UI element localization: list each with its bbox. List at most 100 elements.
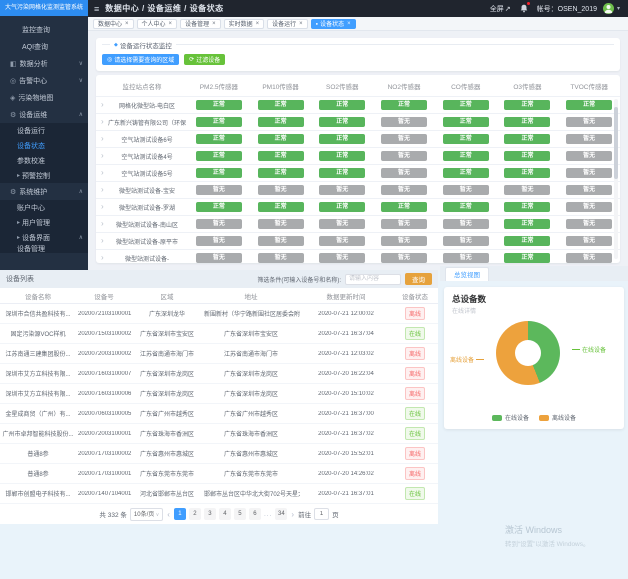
device-cell: 2020071703100001 <box>76 471 132 477</box>
device-cell: 2020-07-21 16:37:00 <box>300 411 392 417</box>
sidebar-item[interactable]: 监控查询 <box>0 21 88 38</box>
next-page-button[interactable]: › <box>290 510 295 519</box>
expand-row-icon[interactable]: › <box>101 152 104 161</box>
hamburger-icon[interactable]: ≡ <box>94 4 99 14</box>
expand-row-icon[interactable]: › <box>101 169 104 178</box>
sidebar-item[interactable]: ◧数据分析∨ <box>0 55 88 72</box>
gear-icon: ⚙ <box>10 188 16 196</box>
sensor-status-badge: 正常 <box>258 168 304 178</box>
page-size-select[interactable]: 10条/页 ∨ <box>130 508 163 521</box>
chart-subtitle: 在线详情 <box>444 305 624 315</box>
tab-item[interactable]: 实时数据× <box>224 19 265 29</box>
tab-item[interactable]: 设备运行× <box>267 19 308 29</box>
sensor-status-badge: 暂无 <box>566 202 612 212</box>
sensor-status-badge: 正常 <box>196 202 242 212</box>
column-header-sensor: SO2传感器 <box>311 81 373 91</box>
expand-row-icon[interactable]: › <box>101 101 104 110</box>
expand-row-icon[interactable]: › <box>101 118 104 127</box>
sidebar-item-label: 告警中心 <box>19 76 47 86</box>
sidebar-item[interactable]: ⚙系统维护∧ <box>0 183 88 200</box>
page-button[interactable]: 1 <box>174 508 186 520</box>
sidebar-item-label: 设备界面 <box>22 233 50 243</box>
tab-item[interactable]: 设备管理× <box>180 19 221 29</box>
sidebar-item[interactable]: 账户中心 <box>0 200 88 215</box>
station-name-cell: ›网格化微型站-电白区 <box>96 101 188 110</box>
device-status-badge: 在线 <box>405 487 425 500</box>
page-button[interactable]: 5 <box>234 508 246 520</box>
prev-page-button[interactable]: ‹ <box>166 510 171 519</box>
close-tab-icon[interactable]: × <box>169 21 173 27</box>
page-button[interactable]: 34 <box>275 508 287 520</box>
close-tab-icon[interactable]: × <box>125 21 129 27</box>
page-button[interactable]: 2 <box>189 508 201 520</box>
user-menu-caret-icon[interactable]: ▾ <box>617 5 620 12</box>
device-cell: 广东省深圳市龙岗区 <box>132 369 202 378</box>
legend-item[interactable]: 在线设备 <box>492 413 529 422</box>
sidebar-item[interactable]: AQI查询 <box>0 38 88 55</box>
page-button[interactable]: 3 <box>204 508 216 520</box>
close-tab-icon[interactable]: × <box>299 21 303 27</box>
sensor-status-cell: 正常 <box>188 134 250 144</box>
sidebar-item[interactable]: 设备管理 <box>0 245 88 253</box>
sidebar-item[interactable]: ◎告警中心∨ <box>0 72 88 89</box>
legend-label: 在线设备 <box>505 413 529 422</box>
device-search-button[interactable]: 查询 <box>405 273 432 285</box>
expand-row-icon[interactable]: › <box>101 203 104 212</box>
notification-bell-icon[interactable] <box>520 4 528 13</box>
close-tab-icon[interactable]: × <box>347 21 351 27</box>
sensor-status-cell: 正常 <box>497 236 559 246</box>
sensor-status-badge: 暂无 <box>443 236 489 246</box>
tab-active[interactable]: ●设备状态× <box>311 19 356 29</box>
station-name: 微型站测试设备- <box>108 254 186 263</box>
close-tab-icon[interactable]: × <box>212 21 216 27</box>
device-cell: 2020-07-21 12:00:02 <box>300 311 392 317</box>
sensor-status-cell: 正常 <box>188 168 250 178</box>
legend-item[interactable]: 离线设备 <box>539 413 576 422</box>
sidebar-item-label: 数据分析 <box>20 59 48 69</box>
sensor-status-cell: 暂无 <box>188 236 250 246</box>
sensor-status-cell: 正常 <box>435 134 497 144</box>
select-region-button[interactable]: ◎ 请选择需要查询的区域 <box>102 54 179 65</box>
avatar[interactable] <box>603 3 614 14</box>
device-status-badge: 离线 <box>405 367 425 380</box>
tab-item[interactable]: 数据中心× <box>93 19 134 29</box>
sidebar-item[interactable]: 参数校准 <box>0 153 88 168</box>
scrollbar-thumb[interactable] <box>614 107 618 179</box>
sensor-status-cell: 暂无 <box>435 185 497 195</box>
caret-up-icon: ∧ <box>79 234 83 241</box>
sensor-status-cell: 暂无 <box>497 185 559 195</box>
station-name: 微型站测试设备-南山区 <box>108 220 186 229</box>
filter-device-button[interactable]: ⟳ 过滤设备 <box>184 54 225 65</box>
pagination-total: 共 332 条 <box>99 509 126 519</box>
device-cell: 邯郸市创盟电子科技有... <box>0 489 76 498</box>
device-search-input[interactable] <box>345 274 401 285</box>
expand-row-icon[interactable]: › <box>101 186 104 195</box>
device-cell: 广东省广州市越秀区 <box>132 409 202 418</box>
goto-page-input[interactable] <box>314 508 329 520</box>
expand-row-icon[interactable]: › <box>101 237 104 246</box>
app-logo: 大气污染网格化监测监管系统 <box>0 0 88 16</box>
expand-row-icon[interactable]: › <box>101 254 104 263</box>
expand-row-icon[interactable]: › <box>101 220 104 229</box>
pagination-bar: 共 332 条10条/页 ∨‹123456...34›前往页 <box>0 504 438 524</box>
device-cell: 2020-07-20 14:26:02 <box>300 471 392 477</box>
device-column-header: 区域 <box>132 291 202 301</box>
sidebar-item[interactable]: 设备运行 <box>0 123 88 138</box>
sensor-status-cell: 正常 <box>373 202 435 212</box>
sidebar-item[interactable]: ◈污染物地图 <box>0 89 88 106</box>
sidebar-item[interactable]: ▸设备界面∧ <box>0 230 88 245</box>
page-button[interactable]: 6 <box>249 508 261 520</box>
tab-item[interactable]: 个人中心× <box>137 19 178 29</box>
sidebar-item[interactable]: ▸预警控制 <box>0 168 88 183</box>
tab-overview[interactable]: 总览视图 <box>445 267 489 281</box>
sidebar-item[interactable]: ⚙设备运维∧ <box>0 106 88 123</box>
expand-row-icon[interactable]: › <box>101 135 104 144</box>
station-name: 微型站测试设备-罗湖 <box>108 203 186 212</box>
sidebar-item[interactable]: 设备状态 <box>0 138 88 153</box>
close-tab-icon[interactable]: × <box>256 21 260 27</box>
scrollbar[interactable] <box>614 99 618 259</box>
sidebar-item[interactable]: ▸用户管理 <box>0 215 88 230</box>
fullscreen-button[interactable]: 全屏 ↗ <box>490 4 511 14</box>
sensor-status-badge: 暂无 <box>566 236 612 246</box>
page-button[interactable]: 4 <box>219 508 231 520</box>
